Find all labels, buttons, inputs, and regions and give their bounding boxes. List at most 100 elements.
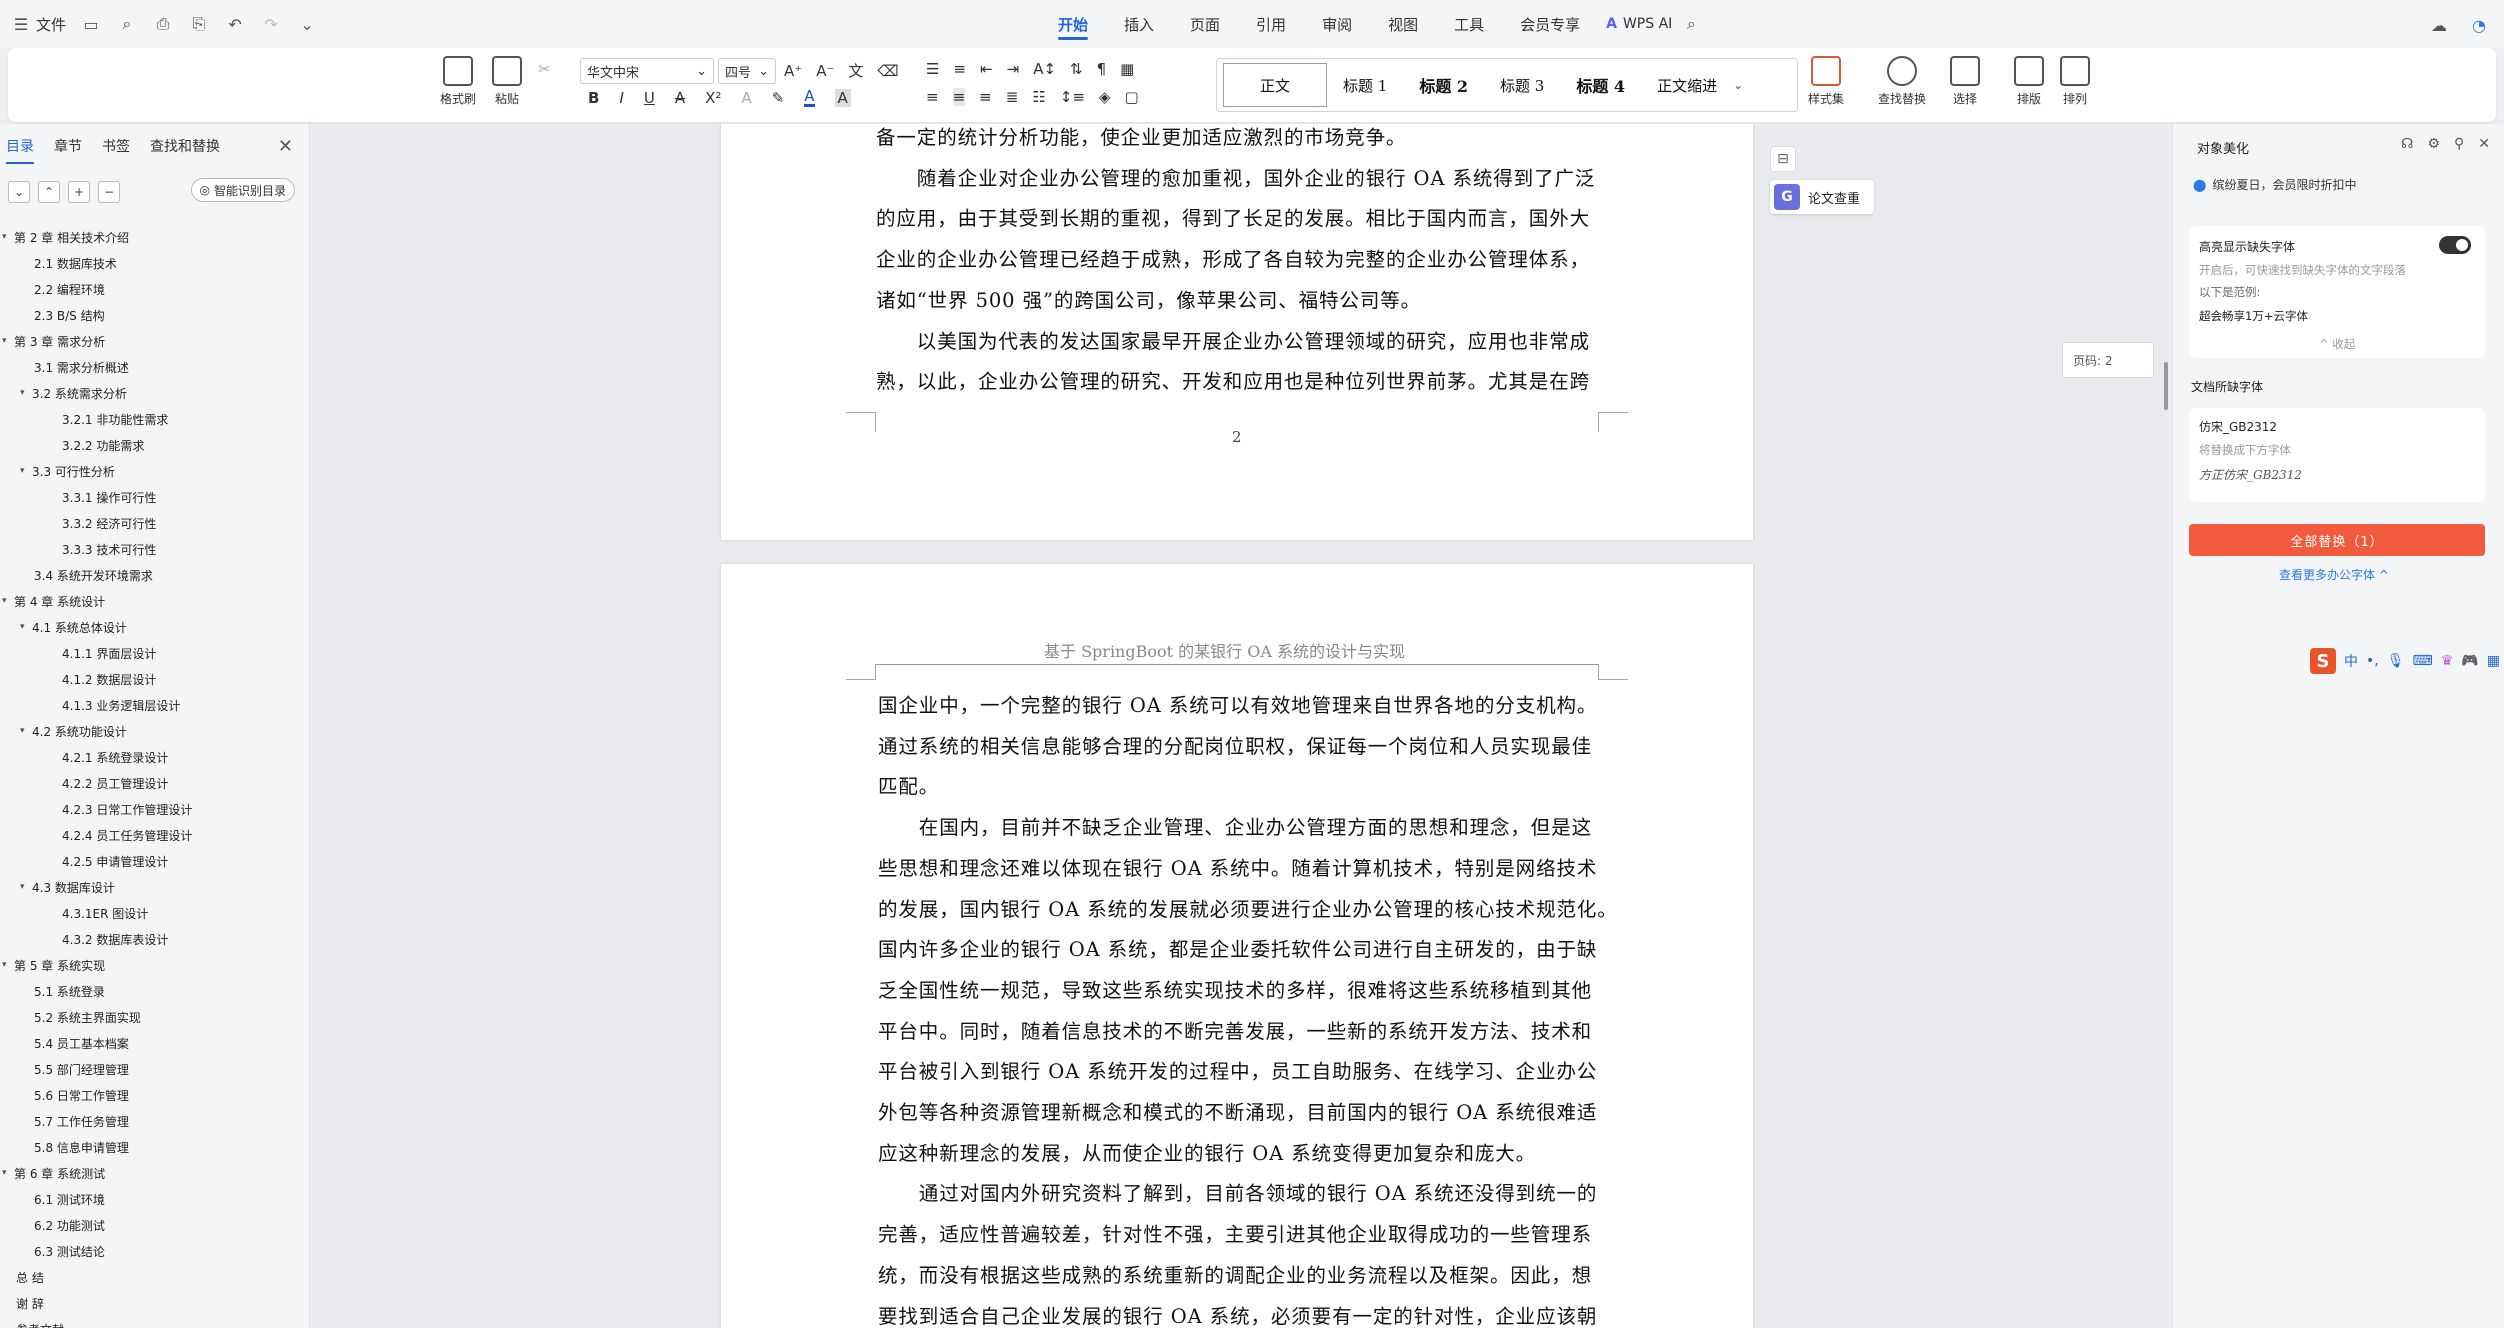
- arrange-button[interactable]: 排列: [2060, 56, 2090, 107]
- toc-item[interactable]: 4.2.4 员工任务管理设计: [0, 822, 308, 848]
- collapse-float-button[interactable]: ⊟: [1770, 146, 1796, 172]
- cut-icon[interactable]: ✂: [538, 60, 551, 78]
- toc-item[interactable]: ▾ 3.2 系统需求分析: [0, 380, 308, 406]
- font-size-select[interactable]: 四号 ⌄: [718, 58, 776, 84]
- toc-item[interactable]: 5.1 系统登录: [0, 978, 308, 1004]
- toc-item[interactable]: ▾ 4.2 系统功能设计: [0, 718, 308, 744]
- tab-view[interactable]: 视图: [1370, 0, 1436, 48]
- search-icon[interactable]: ⌕: [1680, 13, 1702, 35]
- toc-item[interactable]: 总 结: [0, 1264, 308, 1290]
- toc-item[interactable]: 5.4 员工基本档案: [0, 1030, 308, 1056]
- toc-item[interactable]: 3.1 需求分析概述: [0, 354, 308, 380]
- collapse-link[interactable]: ^ 收起: [2319, 336, 2355, 352]
- bullet-list-icon[interactable]: ☰: [926, 60, 939, 78]
- skin-icon[interactable]: ♛: [2441, 653, 2454, 669]
- toc-item[interactable]: 6.1 测试环境: [0, 1186, 308, 1212]
- caret-down-icon[interactable]: ▾: [20, 882, 32, 892]
- tab-chapters[interactable]: 章节: [54, 136, 82, 164]
- toc-item[interactable]: 4.1.2 数据层设计: [0, 666, 308, 692]
- select-button[interactable]: 选择: [1950, 56, 1980, 107]
- tab-start[interactable]: 开始: [1040, 0, 1106, 48]
- sogou-logo-icon[interactable]: S: [2310, 648, 2336, 674]
- font-color-icon[interactable]: A: [804, 88, 815, 107]
- caret-down-icon[interactable]: ▾: [2, 1168, 14, 1178]
- toc-item[interactable]: 5.2 系统主界面实现: [0, 1004, 308, 1030]
- hamburger-icon[interactable]: ☰: [10, 13, 32, 35]
- scrollbar-thumb[interactable]: [2164, 362, 2168, 410]
- char-shading-icon[interactable]: A: [834, 88, 851, 107]
- caret-down-icon[interactable]: ▾: [2, 232, 14, 242]
- add-icon[interactable]: +: [68, 181, 90, 203]
- toc-item[interactable]: 4.1.1 界面层设计: [0, 640, 308, 666]
- numbered-list-icon[interactable]: ≡: [953, 60, 966, 78]
- border-icon[interactable]: ▢: [1124, 88, 1138, 106]
- close-icon[interactable]: ✕: [2478, 136, 2490, 152]
- tab-insert[interactable]: 插入: [1106, 0, 1172, 48]
- increase-indent-icon[interactable]: ⇥: [1007, 60, 1020, 78]
- highlight-icon[interactable]: ✎: [772, 89, 785, 107]
- tab-bookmarks[interactable]: 书签: [102, 136, 130, 164]
- pin-icon[interactable]: ⚲: [2454, 136, 2464, 152]
- toc-item[interactable]: 2.2 编程环境: [0, 276, 308, 302]
- style-heading-2[interactable]: 标题 2: [1403, 63, 1484, 107]
- replacement-font[interactable]: 方正仿宋_GB2312: [2199, 466, 2302, 483]
- paste-button[interactable]: 粘贴: [492, 56, 522, 107]
- headset-icon[interactable]: ☊: [2401, 136, 2413, 152]
- toc-item[interactable]: 4.1.3 业务逻辑层设计: [0, 692, 308, 718]
- caret-down-icon[interactable]: ▾: [2, 596, 14, 606]
- toc-item[interactable]: 4.2.2 员工管理设计: [0, 770, 308, 796]
- show-marks-icon[interactable]: ¶: [1097, 60, 1107, 78]
- toc-item[interactable]: ▾ 第 3 章 需求分析: [0, 328, 308, 354]
- toc-item[interactable]: 5.8 信息申请管理: [0, 1134, 308, 1160]
- close-icon[interactable]: ✕: [278, 136, 293, 157]
- redo-icon[interactable]: ↷: [260, 13, 282, 35]
- pane-title[interactable]: 对象美化: [2197, 138, 2249, 157]
- strikethrough-icon[interactable]: A: [675, 89, 685, 107]
- style-set-button[interactable]: 样式集: [1808, 56, 1844, 107]
- wps-ai-button[interactable]: A WPS AI: [1598, 16, 1680, 32]
- text-effect-icon[interactable]: A: [741, 89, 751, 107]
- toc-item[interactable]: ▾ 第 4 章 系统设计: [0, 588, 308, 614]
- justify-icon[interactable]: ≣: [1006, 88, 1019, 106]
- replace-all-button[interactable]: 全部替换（1）: [2189, 524, 2485, 556]
- caret-down-icon[interactable]: ▾: [20, 622, 32, 632]
- style-heading-3[interactable]: 标题 3: [1484, 63, 1560, 107]
- toc-item[interactable]: 4.2.3 日常工作管理设计: [0, 796, 308, 822]
- caret-down-icon[interactable]: ▾: [20, 726, 32, 736]
- toc-item[interactable]: 6.2 功能测试: [0, 1212, 308, 1238]
- align-left-icon[interactable]: ≡: [926, 88, 939, 106]
- open-icon[interactable]: ⌕: [116, 13, 138, 35]
- align-center-icon[interactable]: ≡: [952, 88, 966, 106]
- toc-item[interactable]: 3.2.2 功能需求: [0, 432, 308, 458]
- expand-all-icon[interactable]: ⌃: [38, 181, 60, 203]
- toc-item[interactable]: 5.7 工作任务管理: [0, 1108, 308, 1134]
- tab-tools[interactable]: 工具: [1436, 0, 1502, 48]
- font-name-select[interactable]: 华文中宋 ⌄: [580, 58, 714, 84]
- save-icon[interactable]: ▭: [80, 13, 102, 35]
- toc-item[interactable]: 3.2.1 非功能性需求: [0, 406, 308, 432]
- print-preview-icon[interactable]: ⎘: [188, 13, 210, 35]
- tab-references[interactable]: 引用: [1238, 0, 1304, 48]
- tab-review[interactable]: 审阅: [1304, 0, 1370, 48]
- punctuation-icon[interactable]: •,: [2366, 653, 2379, 669]
- underline-icon[interactable]: U: [644, 89, 655, 107]
- page-2-body[interactable]: 备一定的统计分析功能，使企业更加适应激烈的市场竞争。 随着企业对企业办公管理的愈…: [876, 124, 1706, 403]
- superscript-icon[interactable]: X²: [705, 89, 721, 107]
- toc-item[interactable]: 2.1 数据库技术: [0, 250, 308, 276]
- gallery-expand-icon[interactable]: ⌄: [1733, 78, 1743, 92]
- page-header[interactable]: 基于 SpringBoot 的某银行 OA 系统的设计与实现: [1044, 638, 1405, 662]
- toc-item[interactable]: 4.3.2 数据库表设计: [0, 926, 308, 952]
- style-body-indent[interactable]: 正文缩进: [1641, 63, 1733, 107]
- grow-font-icon[interactable]: A⁺: [784, 62, 802, 80]
- shrink-font-icon[interactable]: A⁻: [816, 62, 834, 80]
- sort-icon[interactable]: ⇅: [1070, 60, 1083, 78]
- caret-down-icon[interactable]: ▾: [2, 336, 14, 346]
- promo-banner[interactable]: ⬤ 缤纷夏日，会员限时折扣中: [2193, 176, 2356, 193]
- style-heading-1[interactable]: 标题 1: [1327, 63, 1403, 107]
- table-icon[interactable]: ▦: [1120, 60, 1134, 78]
- toc-item[interactable]: 3.4 系统开发环境需求: [0, 562, 308, 588]
- smart-toc-button[interactable]: ◎ 智能识别目录: [190, 178, 295, 202]
- caret-down-icon[interactable]: ▾: [2, 960, 14, 970]
- toc-item[interactable]: ▾ 3.3 可行性分析: [0, 458, 308, 484]
- toc-item[interactable]: 4.3.1ER 图设计: [0, 900, 308, 926]
